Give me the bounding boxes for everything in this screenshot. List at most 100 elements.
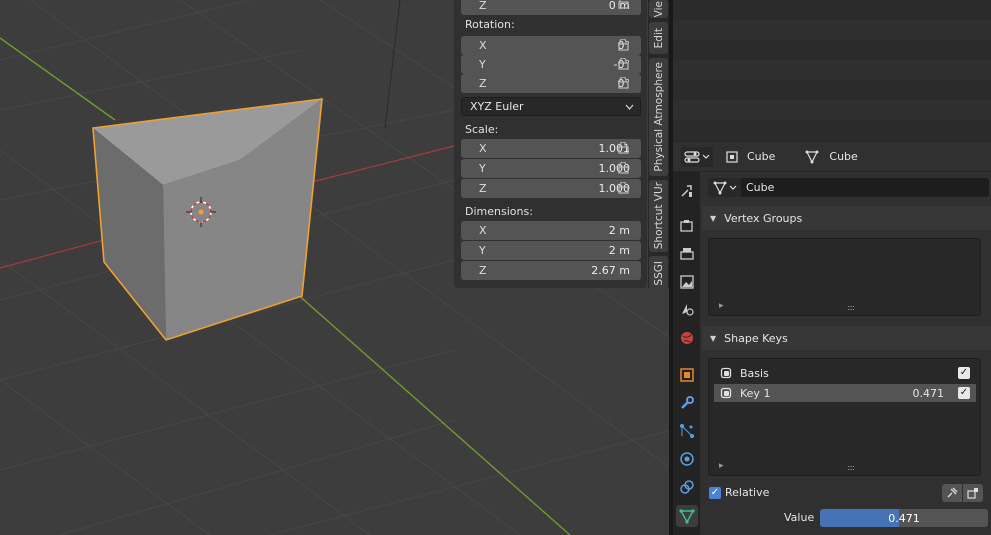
shape-keys-list[interactable]: Basis ✓ Key 1 0.471 ✓ ▸ :::: [708, 358, 981, 476]
scale-label: Scale: [465, 123, 499, 136]
mesh-name-field[interactable]: Cube [741, 178, 989, 197]
tab-ssgi[interactable]: SSGI [649, 256, 668, 290]
edit-mode-button[interactable] [963, 484, 983, 502]
view-layer-tab[interactable] [676, 271, 698, 293]
lock-icon[interactable] [617, 39, 631, 51]
rotation-x-axis: X [479, 39, 487, 52]
physics-tab[interactable] [676, 448, 698, 470]
outliner-row[interactable] [673, 100, 991, 120]
object-tab[interactable] [676, 364, 698, 386]
shape-key-mute-checkbox[interactable]: ✓ [958, 367, 970, 379]
outliner-row[interactable] [673, 80, 991, 100]
particles-tab[interactable] [676, 420, 698, 442]
chevron-down-icon [702, 154, 710, 159]
expand-triangle-icon: ▼ [710, 213, 717, 223]
scene-tab[interactable] [676, 299, 698, 321]
chevron-down-icon [625, 104, 634, 110]
lock-icon[interactable] [617, 0, 631, 9]
shape-keys-title: Shape Keys [724, 331, 788, 345]
shape-key-value-slider[interactable]: 0.471 [820, 509, 988, 527]
lock-icon[interactable] [617, 58, 631, 70]
list-resize-grip-icon[interactable]: :::: [847, 463, 855, 472]
dimensions-x-value: 2 m [608, 224, 630, 237]
dimensions-x-field[interactable]: X 2 m [461, 221, 641, 240]
scale-x-field[interactable]: X 1.001 [461, 139, 641, 158]
scale-z-value: 1.000 [598, 182, 631, 195]
world-icon [681, 332, 693, 344]
rotation-label: Rotation: [465, 18, 515, 31]
rotation-mode-dropdown[interactable]: XYZ Euler [461, 97, 641, 116]
data-tab[interactable] [676, 505, 698, 527]
shape-key-icon [720, 367, 732, 379]
mesh-data-icon [713, 181, 727, 194]
shape-key-name: Key 1 [740, 386, 771, 400]
tab-shortcut-vur[interactable]: Shortcut VUr [649, 180, 668, 252]
shape-key-value[interactable]: 0.471 [913, 387, 945, 400]
constraints-tab[interactable] [676, 476, 698, 498]
relative-toggle[interactable]: ✓ Relative [709, 486, 769, 499]
shape-key-row-basis[interactable]: Basis ✓ [714, 364, 976, 382]
tab-shortcut-vur-label: Shortcut VUr [652, 182, 665, 250]
list-resize-grip-icon[interactable]: :::: [847, 303, 855, 312]
outliner-row[interactable] [673, 20, 991, 40]
outliner-row[interactable] [673, 120, 991, 140]
scale-z-field[interactable]: Z 1.000 [461, 179, 641, 198]
shape-keys-header[interactable]: ▼ Shape Keys [702, 326, 991, 350]
render-icon [680, 220, 693, 232]
breadcrumb-object: Cube [747, 150, 776, 163]
dimensions-label: Dimensions: [465, 205, 533, 218]
lock-icon[interactable] [617, 162, 631, 174]
constraints-icon [680, 480, 694, 494]
dimensions-z-axis: Z [479, 264, 487, 277]
render-tab[interactable] [676, 215, 698, 237]
properties-header: Cube Cube [673, 142, 991, 172]
physics-icon [680, 452, 694, 466]
list-expand-icon[interactable]: ▸ [719, 301, 724, 311]
edit-mode-icon [967, 488, 978, 499]
shape-key-row-key1[interactable]: Key 1 0.471 ✓ [714, 384, 976, 402]
pin-button[interactable] [942, 484, 962, 502]
view-layer-icon [680, 275, 694, 289]
dimensions-y-axis: Y [479, 244, 486, 257]
vertex-groups-header[interactable]: ▼ Vertex Groups [702, 206, 991, 230]
lock-icon[interactable] [617, 77, 631, 89]
object-icon [680, 368, 694, 382]
lock-icon[interactable] [617, 182, 631, 194]
shape-key-mute-checkbox[interactable]: ✓ [958, 387, 970, 399]
slider-value-text: 0.471 [888, 511, 920, 525]
scale-y-field[interactable]: Y 1.000 [461, 159, 641, 178]
relative-checkbox[interactable]: ✓ [709, 486, 721, 499]
dimensions-y-field[interactable]: Y 2 m [461, 241, 641, 260]
lock-icon[interactable] [617, 142, 631, 154]
rotation-z-field[interactable]: Z 0° [461, 74, 641, 93]
location-z-field[interactable]: Z 0 m [461, 0, 641, 15]
dimensions-z-value: 2.67 m [591, 264, 630, 277]
output-tab[interactable] [676, 243, 698, 265]
relative-label: Relative [725, 486, 770, 499]
mesh-data-icon [679, 509, 695, 524]
editor-type-button[interactable] [681, 146, 713, 167]
scale-y-axis: Y [479, 162, 486, 175]
modifiers-tab[interactable] [676, 392, 698, 414]
location-z-axis: Z [479, 0, 487, 12]
rotation-x-field[interactable]: X 0° [461, 36, 641, 55]
list-expand-icon[interactable]: ▸ [719, 461, 724, 471]
world-tab[interactable] [676, 327, 698, 349]
outliner-row[interactable] [673, 0, 991, 20]
tab-physical-atmosphere[interactable]: Physical Atmosphere [649, 58, 668, 176]
dimensions-y-value: 2 m [608, 244, 630, 257]
tab-edit[interactable]: Edit [649, 22, 668, 54]
output-icon [680, 248, 694, 260]
dimensions-z-field[interactable]: Z 2.67 m [461, 261, 641, 280]
vertex-groups-list[interactable]: ▸ :::: [708, 238, 981, 316]
mesh-browse-button[interactable] [708, 178, 742, 197]
properties-tabs [673, 172, 700, 535]
tool-tab[interactable] [676, 180, 698, 202]
outliner-row[interactable] [673, 60, 991, 80]
tab-view[interactable]: Vie [649, 0, 668, 18]
tool-icon [681, 185, 692, 197]
outliner-row[interactable] [673, 40, 991, 60]
shape-key-icon [720, 387, 732, 399]
chevron-down-icon [729, 185, 737, 190]
rotation-y-field[interactable]: Y -0° [461, 55, 641, 74]
